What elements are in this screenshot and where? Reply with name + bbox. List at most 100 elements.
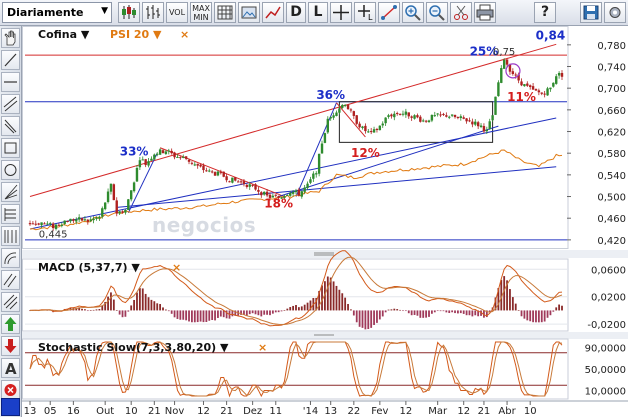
macd-histogram-bar [448,310,451,313]
candle-body [520,81,523,86]
help-button[interactable]: ? [534,2,556,23]
macd-histogram-bar [170,310,173,314]
candle-body [153,154,156,160]
bar-type-button[interactable] [142,2,164,23]
macd-histogram-bar [81,308,83,311]
chart-annotation: 0,445 [39,230,68,241]
candle-body [459,116,463,119]
candlestick-type-button[interactable] [118,2,140,23]
draw-trend-icon[interactable] [378,2,400,23]
arrow-up-icon[interactable] [1,314,20,334]
macd-histogram-bar [404,310,407,312]
candle-body [297,189,301,196]
x-tick-label: 12 [400,406,413,417]
image-export-icon[interactable] [238,2,260,23]
candle-body [182,156,185,158]
candle-body [557,72,561,76]
candle-body [448,116,451,118]
crosshair-plus-icon[interactable]: L [354,2,376,23]
print-icon[interactable] [474,2,496,23]
daily-view-button[interactable]: D [286,2,306,23]
delete-drawings-icon[interactable] [1,380,20,400]
macd-histogram-bar [136,292,138,311]
macd-histogram-bar [300,306,303,311]
fan-lines-icon[interactable] [1,182,20,202]
fibonacci-icon[interactable] [1,226,20,246]
macd-histogram-bar [454,310,456,314]
candle-body [367,131,370,133]
zoom-out-icon[interactable] [426,2,448,23]
candle-body [219,172,223,174]
macd-close-icon: × [172,261,181,274]
macd-histogram-bar [173,310,176,318]
zoom-in-icon[interactable] [402,2,424,23]
panel-separator [22,250,628,258]
candle-body [294,190,298,193]
log-scale-button[interactable]: L [308,2,328,23]
horizontal-line-icon[interactable] [1,72,20,92]
maxmin-toggle-button[interactable]: MAX MIN [190,2,212,23]
candle-body [378,125,382,131]
macd-histogram-bar [370,310,373,328]
save-icon[interactable] [580,2,602,23]
volume-toggle-button[interactable]: VOL [166,2,188,23]
line-style-icon[interactable] [262,2,284,23]
candle-body [462,117,465,119]
macd-histogram-bar [410,310,413,316]
retracement-icon[interactable] [1,204,20,224]
macd-histogram-bar [144,293,147,311]
macd-histogram-bar [283,310,286,311]
candle-body [393,113,396,118]
speed-lines-icon[interactable] [1,292,20,312]
y-tick-label: 0,780 [597,41,626,52]
candle-body [335,112,338,116]
candle-body [43,223,46,225]
candle-body [222,171,225,177]
period-select[interactable]: Diariamente ▼ [2,2,112,23]
trend-line-icon[interactable] [1,50,20,70]
cut-icon[interactable] [450,2,472,23]
channel-icon[interactable] [1,94,20,114]
candle-body [349,109,353,111]
candle-body [173,152,176,158]
hand-pan-icon[interactable] [1,28,20,48]
x-tick-label: 11 [269,406,282,417]
macd-histogram-bar [358,310,361,327]
chart-annotation: 11% [507,90,536,104]
macd-histogram-bar [306,302,309,311]
candle-body [485,129,489,132]
macd-histogram-bar [292,305,295,311]
macd-histogram-bar [451,310,454,313]
arc-icon[interactable] [1,248,20,268]
candle-body [398,113,402,115]
grid-icon[interactable] [214,2,236,23]
macd-tick-label: 0,0200 [591,293,626,304]
candle-body [265,191,269,196]
macd-histogram-bar [115,310,118,311]
rectangle-icon[interactable] [1,138,20,158]
candle-body [147,161,150,166]
stochastic-tick-label: 10,0000 [585,387,626,398]
macd-histogram-bar [156,303,159,311]
diagonal-lines-icon[interactable] [1,270,20,290]
settings-icon[interactable] [604,2,626,23]
macd-histogram-bar [182,310,185,320]
candle-body [115,200,118,214]
crosshair-icon[interactable] [330,2,352,23]
macd-histogram-bar [390,309,393,311]
parallel-lines-icon[interactable] [1,116,20,136]
candle-body [384,117,387,124]
circle-icon[interactable] [1,160,20,180]
candle-body [158,149,162,155]
macd-histogram-bar [416,310,419,316]
macd-histogram-bar [384,310,387,313]
macd-title: MACD (5,37,7) ▼ [38,261,140,274]
color-swatch[interactable] [1,398,20,416]
text-tool-icon[interactable]: A [1,358,20,378]
arrow-down-icon[interactable] [1,336,20,356]
candle-body [407,112,410,117]
candle-body [442,113,445,115]
chart-canvas[interactable]: 0,780 0,740 0,700 0,660 0,620 0,580 0,540 0,500… [22,26,628,417]
candle-body [488,121,491,130]
macd-histogram-bar [191,310,193,323]
